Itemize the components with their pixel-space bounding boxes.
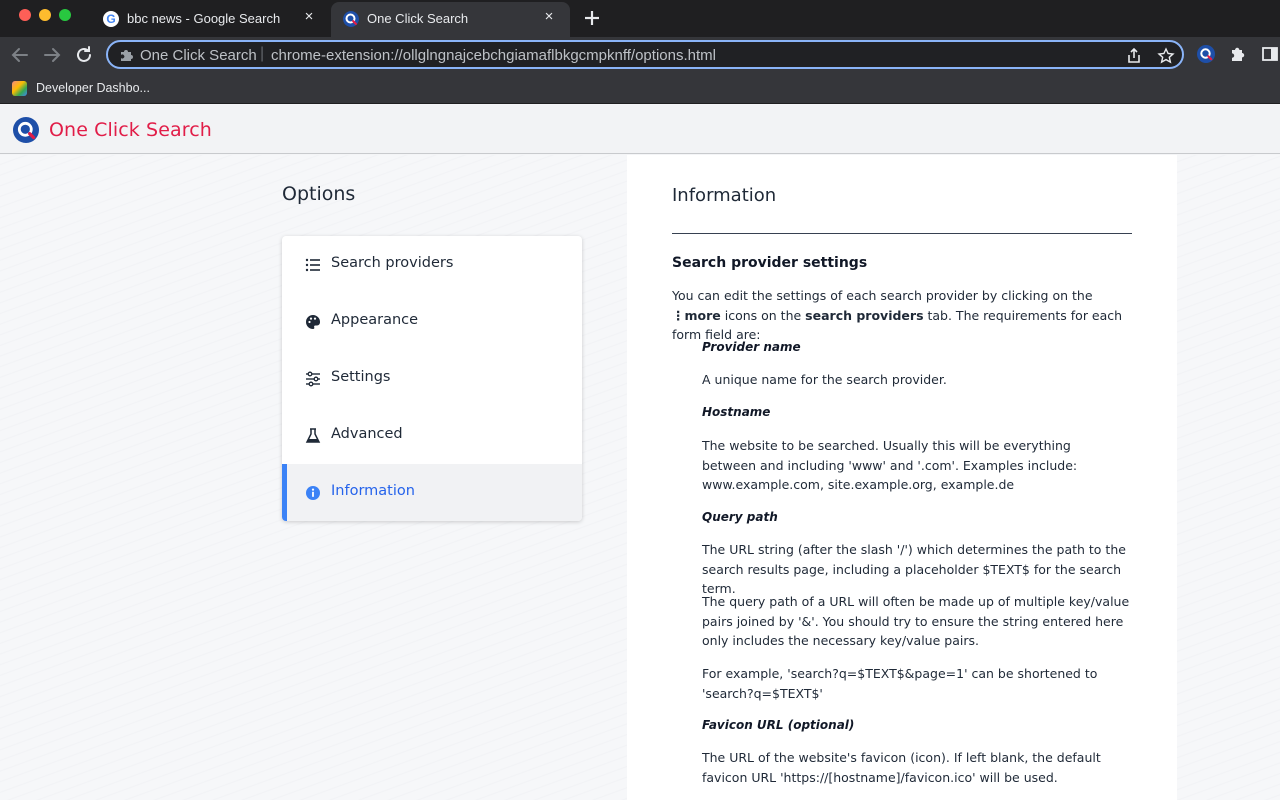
minimize-window-button[interactable] [39,9,51,21]
intro-paragraph: You can edit the settings of each search… [672,288,1123,342]
url-text[interactable]: chrome-extension://ollglngnajcebchgiamaf… [271,47,716,64]
tab-title: One Click Search [367,11,469,26]
reload-button[interactable] [72,43,96,67]
bookmarks-bar: Developer Dashbo... [0,72,1280,104]
back-button[interactable] [8,43,32,67]
tab-one-click-search[interactable]: One Click Search × [331,2,570,37]
field-description: The URL of the website's favicon (icon).… [702,750,1101,785]
field-description: The query path of a URL will often be ma… [702,594,1130,648]
information-panel: Information Search provider settings You… [627,155,1177,800]
menu-item-settings[interactable]: Settings [282,350,582,407]
plus-icon [585,11,599,25]
menu-item-advanced[interactable]: Advanced [282,407,582,464]
field-title-query-path: Query path [702,510,778,524]
omnibox-separator: | [260,45,265,62]
field-description: The URL string (after the slash '/') whi… [702,542,1126,596]
flask-icon [305,428,321,443]
reload-icon [77,46,91,62]
close-tab-icon[interactable]: × [300,8,318,26]
tab-strip: G bbc news - Google Search × One Click S… [0,0,1280,37]
close-tab-icon[interactable]: × [540,8,558,26]
developer-dashboard-icon [12,80,27,96]
one-click-search-logo-icon [13,117,39,143]
puzzle-icon [121,50,133,61]
new-tab-button[interactable] [580,6,604,30]
menu-item-label: Settings [331,369,391,385]
field-description: A unique name for the search provider. [702,372,947,387]
forward-arrow-icon [44,48,61,62]
bookmark-label: Developer Dashbo... [36,81,150,95]
bookmark-developer-dashboard[interactable]: Developer Dashbo... [12,78,150,98]
field-title-favicon-url: Favicon URL (optional) [702,718,855,732]
share-icon[interactable] [1125,47,1143,65]
menu-item-label: Search providers [331,255,454,271]
app-header: One Click Search [0,105,1280,154]
brand-name: One Click Search [49,119,212,141]
forward-button[interactable] [40,43,64,67]
field-title-hostname: Hostname [702,405,771,419]
one-click-search-extension-icon[interactable] [1197,45,1215,63]
side-panel-icon[interactable] [1261,45,1279,63]
options-title: Options [282,183,356,205]
bookmark-star-icon[interactable] [1157,47,1175,65]
sliders-icon [306,371,320,387]
close-window-button[interactable] [19,9,31,21]
browser-toolbar: One Click Search | chrome-extension://ol… [0,37,1280,72]
back-arrow-icon [11,48,28,62]
menu-item-appearance[interactable]: Appearance [282,293,582,350]
maximize-window-button[interactable] [59,9,71,21]
field-description: For example, 'search?q=$TEXT$&page=1' ca… [702,666,1098,701]
palette-icon [306,314,321,329]
menu-item-label: Information [331,483,415,499]
extensions-puzzle-icon[interactable] [1229,45,1247,63]
site-label: One Click Search [140,47,257,64]
information-title: Information [672,185,777,206]
tab-title: bbc news - Google Search [127,11,281,26]
active-indicator [282,464,287,521]
section-title: Search provider settings [672,255,868,271]
google-icon: G [103,11,119,27]
field-description: The website to be searched. Usually this… [702,438,1078,492]
tab-google-search[interactable]: G bbc news - Google Search × [91,2,330,37]
one-click-search-icon [343,11,359,27]
options-page: Options Search providers Appearance Sett… [0,155,1280,800]
menu-item-label: Advanced [331,426,403,442]
menu-item-search-providers[interactable]: Search providers [282,236,582,293]
info-icon [306,486,320,500]
options-menu: Search providers Appearance Settings Adv… [282,236,582,521]
field-title-provider-name: Provider name [702,340,801,354]
menu-item-label: Appearance [331,312,419,328]
address-bar[interactable]: One Click Search | chrome-extension://ol… [106,40,1184,69]
list-icon [305,258,320,272]
divider [672,233,1132,234]
menu-item-information[interactable]: Information [282,464,582,521]
